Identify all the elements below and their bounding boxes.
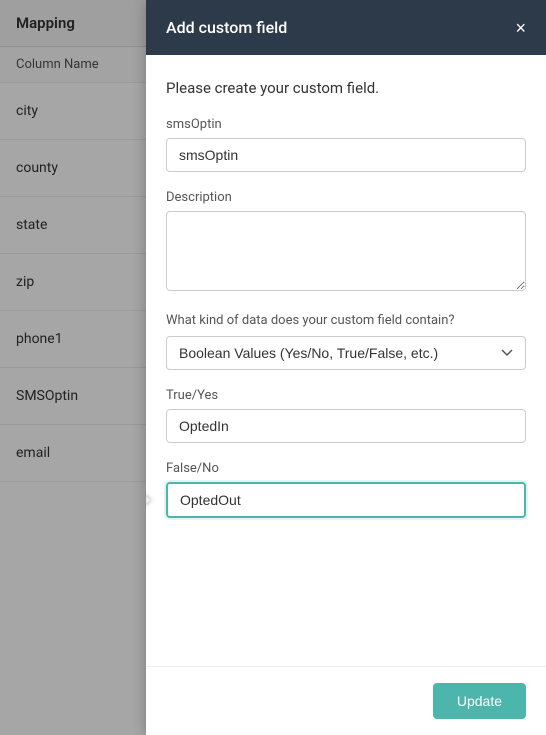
add-custom-field-modal: Add custom field × Please create your cu… [146,0,546,735]
field-type-group: What kind of data does your custom field… [166,313,526,370]
description-group: Description [166,190,526,295]
true-yes-label: True/Yes [166,388,526,403]
false-no-group: False/No [166,461,526,518]
field-name-label: smsOptin [166,117,526,132]
true-yes-group: True/Yes [166,388,526,443]
false-no-input[interactable] [166,482,526,518]
modal-title: Add custom field [166,18,287,37]
field-name-input[interactable] [166,138,526,172]
true-yes-input[interactable] [166,409,526,443]
modal-header: Add custom field × [146,0,546,55]
field-type-select[interactable]: Boolean Values (Yes/No, True/False, etc.… [166,336,526,370]
false-no-label: False/No [166,461,526,476]
modal-footer: Update [146,666,546,735]
modal-subtitle: Please create your custom field. [166,79,526,97]
description-textarea[interactable] [166,211,526,291]
field-type-question: What kind of data does your custom field… [166,313,526,328]
modal-body: Please create your custom field. smsOpti… [146,55,546,666]
update-button[interactable]: Update [433,683,526,719]
false-no-input-wrapper [166,482,526,518]
field-name-group: smsOptin [166,117,526,172]
description-label: Description [166,190,526,205]
arrow-indicator-icon [146,485,160,515]
close-button[interactable]: × [515,19,526,37]
